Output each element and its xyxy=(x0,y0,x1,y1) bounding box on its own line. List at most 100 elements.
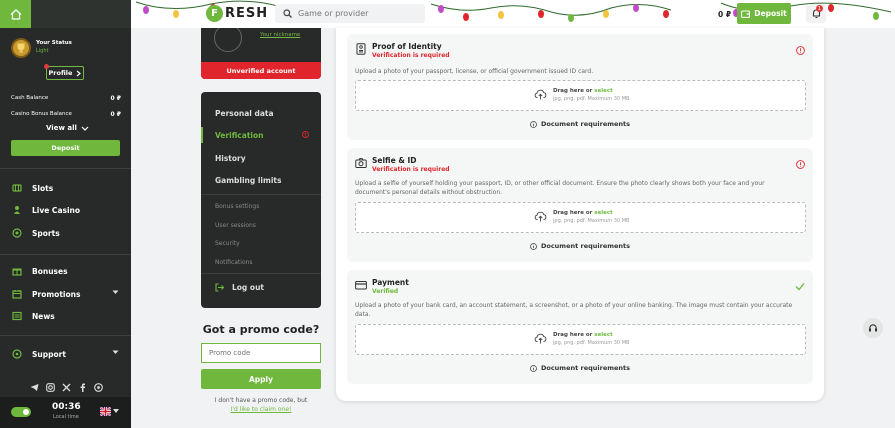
upload-dropzone[interactable]: Drag here or select jpg, png, pdf. Maxim… xyxy=(355,80,806,111)
upload-dropzone[interactable]: Drag here or select jpg, png, pdf. Maxim… xyxy=(355,324,806,355)
search-placeholder: Game or provider xyxy=(298,9,369,18)
status-trophy-avatar xyxy=(11,38,31,58)
sidebar-item-news[interactable]: News xyxy=(11,309,123,323)
document-requirements-link[interactable]: Document requirements xyxy=(347,364,813,372)
account-card: Your nickname Unverified account xyxy=(201,28,321,79)
profile-button[interactable]: Profile xyxy=(46,66,84,80)
fresh-logo[interactable]: F RESH xyxy=(206,5,268,22)
active-indicator xyxy=(201,127,203,143)
sidebar-divider xyxy=(0,168,131,169)
promo-note: I don't have a promo code, but I'd like … xyxy=(201,396,321,414)
social-links xyxy=(30,383,103,392)
trophy-icon xyxy=(17,43,25,53)
caret-down-icon xyxy=(112,290,119,294)
local-time: 00:36 xyxy=(52,402,81,412)
claim-promo-link[interactable]: I'd like to claim one! xyxy=(201,405,321,414)
theme-toggle[interactable] xyxy=(11,407,31,417)
bonus-balance-row: Casino Bonus Balance 0 ₽ xyxy=(11,111,121,118)
calendar-icon xyxy=(11,289,22,300)
sidebar-item-slots[interactable]: Slots xyxy=(11,181,123,195)
alert-icon xyxy=(796,160,805,169)
menu-history[interactable]: History xyxy=(215,154,246,163)
menu-notifications[interactable]: Notifications xyxy=(215,259,253,266)
instagram-icon[interactable] xyxy=(46,383,55,392)
requirements-label: Document requirements xyxy=(540,120,631,128)
bonus-balance-value: 0 ₽ xyxy=(110,111,121,118)
cash-balance-label: Cash Balance xyxy=(11,95,49,101)
sidebar-item-label: Bonuses xyxy=(32,266,68,276)
header-balance: 0 ₽ xyxy=(718,10,732,19)
dropzone-formats: jpg, png, pdf. Maximum 30 MB xyxy=(553,340,630,346)
home-icon xyxy=(10,8,21,20)
select-file-link[interactable]: select xyxy=(594,88,613,94)
dropzone-text: Drag here or select xyxy=(553,88,613,94)
notification-count-badge: 1 xyxy=(816,5,823,12)
upload-dropzone[interactable]: Drag here or select jpg, png, pdf. Maxim… xyxy=(355,202,806,233)
sidebar-item-label: News xyxy=(32,311,55,321)
apply-button[interactable]: Apply xyxy=(201,369,321,389)
sidebar-item-label: Slots xyxy=(32,183,54,193)
menu-bonus-settings[interactable]: Bonus settings xyxy=(215,203,259,210)
view-all-button[interactable]: View all xyxy=(46,124,89,132)
unverified-account-banner: Unverified account xyxy=(201,62,321,79)
document-description: Upload a selfie of yourself holding your… xyxy=(355,180,765,196)
promo-code-input[interactable] xyxy=(201,343,321,363)
sidebar-item-sports[interactable]: Sports xyxy=(11,226,123,240)
logo-text: RESH xyxy=(225,6,269,21)
profile-label: Profile xyxy=(48,69,73,77)
sidebar-deposit-button[interactable]: Deposit xyxy=(11,140,120,156)
alert-icon xyxy=(796,46,805,55)
document-requirements-link[interactable]: Document requirements xyxy=(347,242,813,250)
menu-personal-data[interactable]: Personal data xyxy=(215,109,274,118)
chevron-down-icon xyxy=(81,126,89,131)
whatsapp-icon[interactable] xyxy=(94,383,103,392)
support-icon xyxy=(11,349,22,360)
document-title: Proof of Identity xyxy=(372,42,442,51)
select-file-link[interactable]: select xyxy=(594,210,613,216)
logout-icon xyxy=(215,283,224,292)
sports-icon xyxy=(11,228,22,239)
avatar xyxy=(214,28,242,52)
x-icon[interactable] xyxy=(62,383,71,392)
info-icon xyxy=(530,242,537,250)
telegram-icon[interactable] xyxy=(30,383,39,392)
select-file-link[interactable]: select xyxy=(594,332,613,338)
cash-balance-row: Cash Balance 0 ₽ xyxy=(11,95,121,102)
document-title: Payment xyxy=(372,278,409,287)
menu-security[interactable]: Security xyxy=(215,240,240,247)
promo-title: Got a promo code? xyxy=(202,323,320,336)
menu-user-sessions[interactable]: User sessions xyxy=(215,222,256,229)
slots-icon xyxy=(11,183,22,194)
sidebar-item-bonuses[interactable]: Bonuses xyxy=(11,264,123,278)
header-deposit-button[interactable]: Deposit xyxy=(737,3,791,24)
document-requirements-link[interactable]: Document requirements xyxy=(347,120,813,128)
sidebar-divider xyxy=(0,335,131,336)
dropzone-text: Drag here or select xyxy=(553,332,613,338)
info-icon xyxy=(530,364,537,372)
home-button[interactable] xyxy=(0,0,31,28)
logout-button[interactable]: Log out xyxy=(215,283,264,292)
status-title: Your Status xyxy=(36,40,72,46)
upload-cloud-icon xyxy=(534,333,547,344)
headset-icon xyxy=(869,324,877,332)
facebook-icon[interactable] xyxy=(78,383,87,392)
menu-gambling-limits[interactable]: Gambling limits xyxy=(215,176,281,185)
cash-balance-value: 0 ₽ xyxy=(110,95,121,102)
support-chat-button[interactable] xyxy=(863,318,883,338)
check-icon xyxy=(795,283,805,291)
menu-verification[interactable]: Verification xyxy=(215,131,263,140)
camera-icon xyxy=(355,158,367,168)
requirements-label: Document requirements xyxy=(540,242,631,250)
nickname-link[interactable]: Your nickname xyxy=(260,32,300,38)
dropzone-formats: jpg, png, pdf. Maximum 30 MB xyxy=(553,218,630,224)
search-bar[interactable]: Game or provider xyxy=(275,4,425,23)
sidebar-item-promotions[interactable]: Promotions xyxy=(11,287,123,301)
bonus-balance-label: Casino Bonus Balance xyxy=(11,111,72,117)
sidebar: Your Status Light Profile Cash Balance 0… xyxy=(0,0,131,428)
dropzone-formats: jpg, png, pdf. Maximum 30 MB xyxy=(553,96,630,102)
sidebar-item-support[interactable]: Support xyxy=(11,347,123,361)
dropzone-text: Drag here or select xyxy=(553,210,613,216)
news-icon xyxy=(11,311,22,322)
uk-flag-icon[interactable] xyxy=(100,407,111,416)
sidebar-item-live-casino[interactable]: Live Casino xyxy=(11,203,123,217)
